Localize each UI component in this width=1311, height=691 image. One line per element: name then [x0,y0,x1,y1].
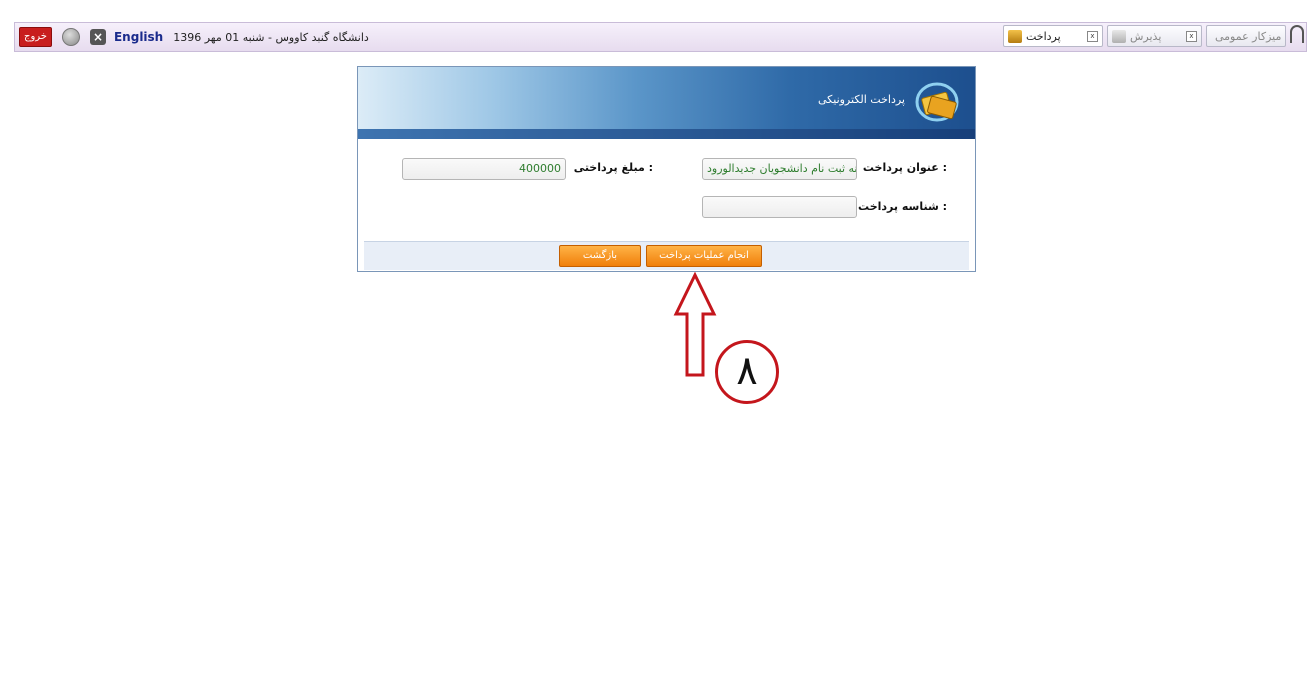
amount-label: مبلغ پرداختی : [573,161,653,174]
settings-icon[interactable] [61,28,80,46]
tab-label: پرداخت [1026,29,1061,43]
amount-field[interactable]: 400000 [402,158,566,180]
top-bar: خروج × English دانشگاه گنبد کاووس - شنبه… [14,22,1307,52]
banner-stripe [358,129,975,139]
exit-button[interactable]: خروج [19,27,52,47]
payment-id-field[interactable] [702,196,857,218]
close-icon[interactable]: × [89,29,106,45]
tab-general-desk[interactable]: میزکار عمومی [1206,25,1286,47]
panel-banner: پرداخت الکترونیکی [358,67,975,139]
top-bar-left: خروج × English دانشگاه گنبد کاووس - شنبه… [19,26,369,48]
document-icon [1112,29,1126,43]
payment-title-label: عنوان پرداخت : [862,161,947,174]
home-icon[interactable] [1290,25,1304,43]
pay-button[interactable]: انجام عملیات پرداخت [646,245,762,267]
tab-strip: میزکار عمومی پذیرش x پرداخت x [999,25,1304,49]
payment-id-label: شناسه پرداخت : [858,200,947,213]
panel-title: پرداخت الکترونیکی [818,93,905,106]
tab-close-icon[interactable]: x [1186,30,1197,42]
payment-icon [1008,29,1022,43]
language-link[interactable]: English [114,30,163,44]
date-info: دانشگاه گنبد کاووس - شنبه 01 مهر 1396 [173,30,369,44]
back-button[interactable]: بازگشت [559,245,641,267]
payment-title-field[interactable]: هزینه ثبت نام دانشجویان جدیدالورود [702,158,857,180]
annotation-number: ٨ [715,340,779,404]
panel-footer: انجام عملیات پرداخت بازگشت [364,241,969,270]
tab-admission[interactable]: پذیرش x [1107,25,1202,47]
tab-close-icon[interactable]: x [1087,30,1098,42]
credit-card-icon [915,82,959,122]
payment-panel: پرداخت الکترونیکی عنوان پرداخت : هزینه ث… [357,66,976,272]
annotation-arrow-icon [673,272,717,377]
tab-label: میزکار عمومی [1215,29,1282,43]
tab-label: پذیرش [1130,29,1162,43]
tab-payment[interactable]: پرداخت x [1003,25,1103,47]
